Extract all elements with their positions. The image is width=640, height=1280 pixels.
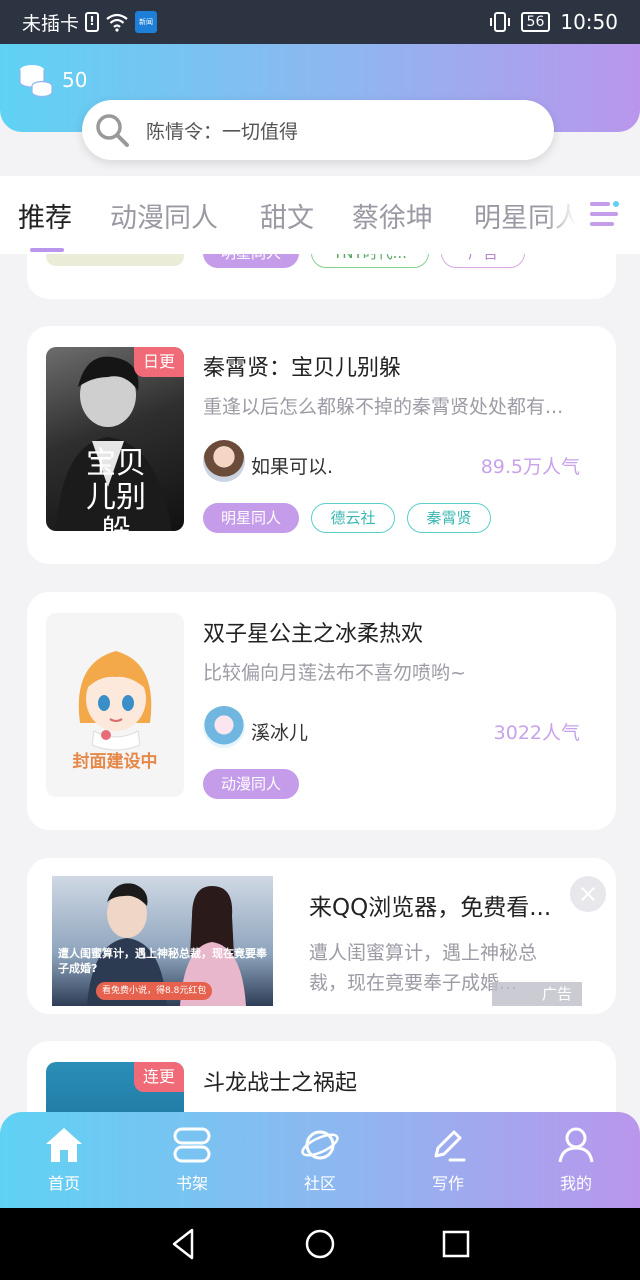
popularity-count: 3022人气 bbox=[493, 722, 580, 744]
update-badge: 日更 bbox=[134, 347, 184, 377]
author-name[interactable]: 如果可以. bbox=[251, 452, 333, 479]
nav-community-label: 社区 bbox=[303, 1174, 336, 1193]
menu-icon bbox=[590, 201, 619, 226]
active-tab-indicator bbox=[30, 248, 64, 252]
book-title[interactable]: 秦霄贤：宝贝儿别躲 bbox=[203, 350, 401, 382]
cover-placeholder-text: 封面建设中 bbox=[72, 752, 158, 772]
tab-anime-fanfic[interactable]: 动漫同人 bbox=[110, 196, 218, 235]
close-icon[interactable] bbox=[570, 876, 606, 912]
nav-home[interactable]: 首页 bbox=[19, 1126, 109, 1194]
ad-image[interactable]: 遭人闺蜜算计，遇上神秘总裁，现在竟要奉子成婚? 看免费小说，得8.8元红包 bbox=[52, 876, 273, 1006]
wifi-icon bbox=[106, 13, 128, 32]
ad-card[interactable]: 遭人闺蜜算计，遇上神秘总裁，现在竟要奉子成婚? 看免费小说，得8.8元红包 来Q… bbox=[27, 858, 616, 1014]
popularity-count: 89.5万人气 bbox=[480, 456, 580, 478]
battery-icon: 56 bbox=[520, 12, 551, 32]
nav-profile[interactable]: 我的 bbox=[531, 1126, 621, 1194]
planet-icon bbox=[301, 1130, 339, 1160]
nav-write[interactable]: 写作 bbox=[403, 1126, 493, 1194]
update-badge: 连更 bbox=[134, 1062, 184, 1092]
category-menu-button[interactable] bbox=[546, 190, 640, 246]
search-input[interactable]: 陈情令：一切值得 bbox=[82, 100, 554, 160]
home-icon bbox=[46, 1128, 82, 1162]
cover-title: 宝贝儿别躲 bbox=[86, 446, 146, 532]
coin-count: 50 bbox=[62, 68, 88, 92]
search-placeholder: 陈情令：一切值得 bbox=[146, 120, 299, 143]
tag[interactable]: 动漫同人 bbox=[203, 769, 299, 799]
bookshelf-icon bbox=[173, 1127, 211, 1163]
tag[interactable]: 德云社 bbox=[311, 503, 395, 533]
coin-balance[interactable]: 50 bbox=[18, 62, 87, 98]
vibrate-icon bbox=[489, 12, 510, 32]
tab-cai-xukun[interactable]: 蔡徐坤 bbox=[352, 196, 433, 235]
nav-community[interactable]: 社区 bbox=[275, 1126, 365, 1194]
book-cover[interactable]: 宝贝儿别躲 日更 bbox=[46, 347, 184, 531]
author-name[interactable]: 溪冰儿 bbox=[251, 718, 308, 745]
ad-image-button[interactable]: 看免费小说，得8.8元红包 bbox=[96, 982, 213, 1000]
author-avatar[interactable] bbox=[203, 440, 245, 482]
nav-home-label: 首页 bbox=[47, 1174, 80, 1193]
author-avatar[interactable] bbox=[203, 706, 245, 748]
sim-alert-icon: ! bbox=[85, 12, 100, 32]
nav-bookshelf-label: 书架 bbox=[175, 1174, 208, 1193]
clock: 10:50 bbox=[560, 10, 618, 34]
home-button-icon[interactable] bbox=[302, 1226, 338, 1262]
pen-icon bbox=[434, 1130, 466, 1162]
person-icon bbox=[558, 1127, 594, 1163]
recent-apps-icon[interactable] bbox=[438, 1226, 474, 1262]
category-tabs: 推荐 动漫同人 甜文 蔡徐坤 明星同人 bbox=[0, 176, 640, 254]
carrier-label: 未插卡 bbox=[22, 12, 80, 35]
book-cover[interactable]: 封面建设中 bbox=[46, 613, 184, 797]
ad-label: 广告 bbox=[492, 982, 582, 1006]
nav-bookshelf[interactable]: 书架 bbox=[147, 1126, 237, 1194]
system-navigation-bar bbox=[0, 1208, 640, 1280]
book-description: 比较偏向月莲法布不喜勿喷哟~ bbox=[203, 662, 466, 684]
tab-sweet[interactable]: 甜文 bbox=[260, 196, 314, 235]
book-title[interactable]: 双子星公主之冰柔热欢 bbox=[203, 616, 423, 648]
status-bar: 未插卡 ! 新闻 56 10:50 bbox=[0, 0, 640, 44]
ad-title[interactable]: 来QQ浏览器，免费看... bbox=[309, 888, 551, 922]
book-description: 重逢以后怎么都躲不掉的秦霄贤处处都有... bbox=[203, 396, 564, 418]
search-icon bbox=[96, 114, 129, 147]
news-app-icon: 新闻 bbox=[135, 11, 158, 33]
book-title[interactable]: 斗龙战士之祸起 bbox=[203, 1065, 357, 1097]
back-icon[interactable] bbox=[166, 1226, 202, 1262]
tag[interactable]: 明星同人 bbox=[203, 503, 299, 533]
nav-profile-label: 我的 bbox=[559, 1174, 592, 1193]
tab-recommend[interactable]: 推荐 bbox=[18, 196, 72, 235]
nav-write-label: 写作 bbox=[431, 1174, 464, 1193]
book-card[interactable]: 封面建设中 双子星公主之冰柔热欢 比较偏向月莲法布不喜勿喷哟~ 溪冰儿 3022… bbox=[27, 592, 616, 830]
bottom-navigation: 首页 书架 社区 写作 我的 bbox=[0, 1112, 640, 1208]
ad-image-caption: 遭人闺蜜算计，遇上神秘总裁，现在竟要奉子成婚? bbox=[58, 947, 267, 975]
tag[interactable]: 秦霄贤 bbox=[407, 503, 491, 533]
book-card[interactable]: 宝贝儿别躲 日更 秦霄贤：宝贝儿别躲 重逢以后怎么都躲不掉的秦霄贤处处都有...… bbox=[27, 326, 616, 564]
coins-icon bbox=[19, 65, 53, 98]
